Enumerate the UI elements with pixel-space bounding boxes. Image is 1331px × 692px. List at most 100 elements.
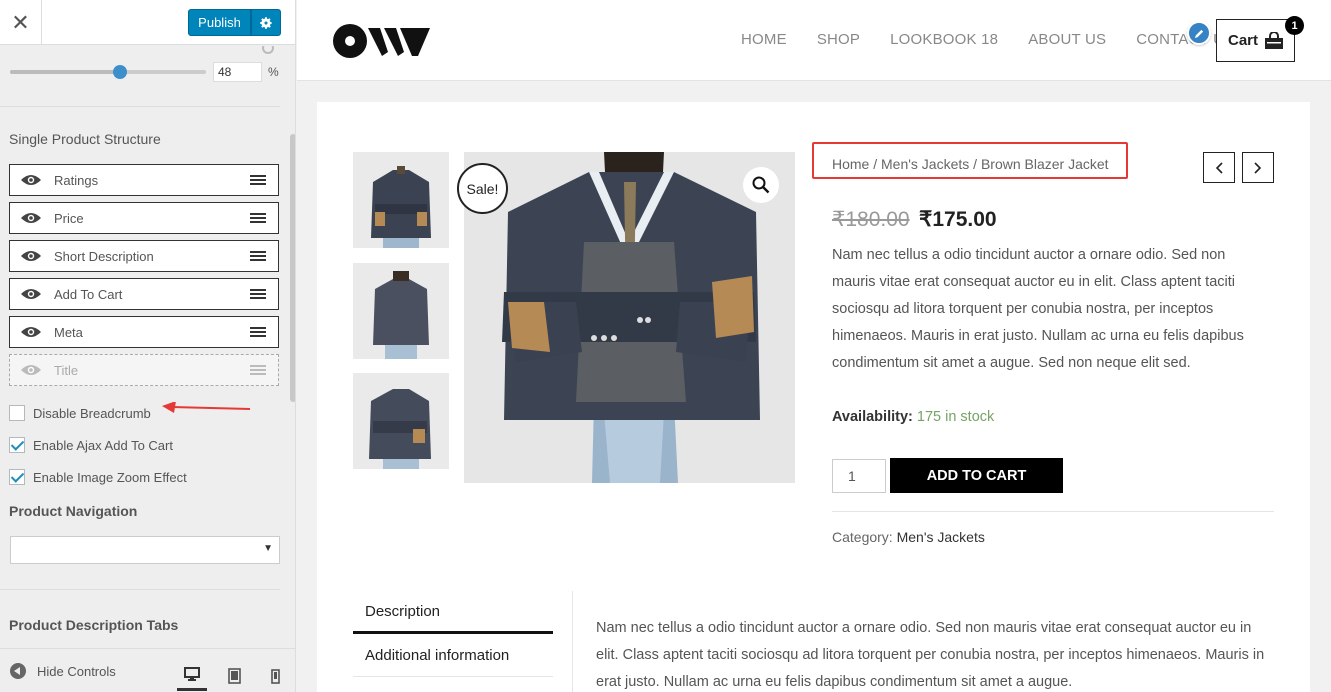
divider	[0, 589, 280, 590]
customizer-panel: 48 % Single Product Structure Ratings Pri…	[0, 46, 295, 648]
quantity-input[interactable]: 1	[832, 459, 886, 493]
breadcrumb[interactable]: Home / Men's Jackets / Brown Blazer Jack…	[832, 156, 1109, 172]
scroll-indicator-icon	[262, 46, 274, 54]
site-preview: HOME SHOP LOOKBOOK 18 ABOUT US CONTACT US Ca…	[297, 0, 1331, 692]
category-link[interactable]: Men's Jackets	[897, 529, 985, 545]
category-label: Category:	[832, 529, 893, 545]
zoom-button[interactable]	[743, 167, 779, 203]
site-logo[interactable]	[332, 22, 430, 60]
enable-zoom-checkbox[interactable]	[9, 469, 25, 485]
tabs-divider	[572, 591, 573, 692]
edit-shortcut-button[interactable]	[1187, 21, 1211, 45]
drag-handle-icon[interactable]	[250, 365, 266, 375]
jacket-back-image	[353, 263, 449, 359]
structure-item-label: Ratings	[54, 172, 99, 188]
eye-icon[interactable]	[20, 173, 42, 187]
mobile-preview-button[interactable]	[260, 661, 290, 691]
structure-item[interactable]: Short Description	[9, 240, 279, 272]
app-root: ✕ Publish 48 % Single Product Structure …	[0, 0, 1331, 692]
description-tab-content: Nam nec tellus a odio tincidunt auctor a…	[596, 620, 1265, 690]
publish-button[interactable]: Publish	[188, 9, 251, 36]
structure-item[interactable]: Add To Cart	[9, 278, 279, 310]
enable-zoom-label: Enable Image Zoom Effect	[33, 469, 187, 485]
chevron-right-icon	[1254, 161, 1262, 174]
drag-handle-icon[interactable]	[250, 289, 266, 299]
availability-label: Availability:	[832, 409, 913, 425]
jacket-side-image	[353, 373, 449, 469]
drag-handle-icon[interactable]	[250, 251, 266, 261]
publish-settings-button[interactable]	[251, 9, 281, 36]
enable-ajax-cart-checkbox[interactable]	[9, 437, 25, 453]
main-product-image[interactable]	[464, 152, 795, 483]
eye-icon[interactable]	[20, 211, 42, 225]
nav-item[interactable]: LOOKBOOK 18	[890, 31, 998, 48]
sale-badge: Sale!	[457, 163, 508, 214]
width-slider[interactable]	[10, 65, 206, 79]
product-thumbnail-1[interactable]	[353, 152, 449, 248]
cart-button[interactable]: Cart	[1216, 19, 1295, 62]
hide-controls-button[interactable]: Hide Controls	[10, 663, 116, 679]
customizer-sidebar: ✕ Publish 48 % Single Product Structure …	[0, 0, 296, 692]
cart-count-badge: 1	[1285, 16, 1304, 35]
jacket-front-image	[353, 152, 449, 248]
tablet-preview-button[interactable]	[219, 661, 249, 691]
disable-breadcrumb-checkbox[interactable]	[9, 405, 25, 421]
product-navigation-select[interactable]: ▼	[10, 536, 280, 564]
enable-ajax-cart-label: Enable Ajax Add To Cart	[33, 437, 173, 453]
gear-icon	[260, 16, 272, 29]
mobile-icon	[270, 668, 280, 684]
eye-icon[interactable]	[20, 249, 42, 263]
nav-item[interactable]: ABOUT US	[1028, 31, 1106, 48]
product-category: Category: Men's Jackets	[832, 529, 985, 545]
slider-handle[interactable]	[112, 65, 127, 79]
regular-price: ₹180.00	[832, 208, 910, 231]
structure-item[interactable]: Title	[9, 354, 279, 386]
tab-description[interactable]: Description	[353, 591, 553, 634]
search-icon	[752, 176, 770, 194]
drag-handle-icon[interactable]	[250, 327, 266, 337]
chevron-left-icon	[1215, 161, 1223, 174]
slider-unit: %	[268, 65, 279, 79]
desktop-preview-button[interactable]	[177, 661, 207, 691]
add-to-cart-button[interactable]: ADD TO CART	[890, 458, 1063, 493]
previous-product-button[interactable]	[1203, 152, 1235, 183]
enable-ajax-cart-option[interactable]: Enable Ajax Add To Cart	[9, 437, 173, 453]
slider-value-input[interactable]: 48	[213, 62, 262, 82]
disable-breadcrumb-option[interactable]: Disable Breadcrumb	[9, 405, 151, 421]
structure-item-label: Meta	[54, 324, 83, 340]
next-product-button[interactable]	[1242, 152, 1274, 183]
tab-additional-information[interactable]: Additional information	[353, 634, 553, 677]
enable-zoom-option[interactable]: Enable Image Zoom Effect	[9, 469, 187, 485]
cart-label: Cart	[1228, 32, 1259, 49]
drag-handle-icon[interactable]	[250, 213, 266, 223]
annotation-arrow-icon	[162, 402, 251, 413]
structure-item[interactable]: Ratings	[9, 164, 279, 196]
tablet-icon	[227, 668, 241, 684]
stock-status: 175 in stock	[916, 409, 995, 425]
eye-icon[interactable]	[20, 363, 42, 377]
eye-icon[interactable]	[20, 325, 42, 339]
desktop-icon	[184, 667, 200, 681]
slider-fill	[10, 70, 120, 74]
eye-icon[interactable]	[20, 287, 42, 301]
product-tabs: Description Additional information	[353, 591, 553, 677]
disable-breadcrumb-label: Disable Breadcrumb	[33, 405, 151, 421]
structure-item[interactable]: Meta	[9, 316, 279, 348]
nav-item[interactable]: SHOP	[817, 31, 860, 48]
collapse-icon	[10, 663, 26, 679]
shopping-bag-icon	[1265, 32, 1283, 49]
drag-handle-icon[interactable]	[250, 175, 266, 185]
nav-item[interactable]: HOME	[741, 31, 787, 48]
product-description-tabs-heading: Product Description Tabs	[9, 617, 179, 633]
customizer-footer: Hide Controls	[0, 648, 295, 692]
divider	[832, 511, 1274, 512]
structure-item-label: Short Description	[54, 248, 154, 264]
sidebar-scrollbar[interactable]	[290, 134, 295, 402]
product-thumbnail-3[interactable]	[353, 373, 449, 469]
jacket-model-photo	[464, 152, 795, 483]
structure-item[interactable]: Price	[9, 202, 279, 234]
structure-item-label: Title	[54, 362, 79, 378]
close-customizer-button[interactable]: ✕	[0, 0, 42, 45]
product-thumbnail-2[interactable]	[353, 263, 449, 359]
single-product-structure-heading: Single Product Structure	[9, 131, 161, 147]
